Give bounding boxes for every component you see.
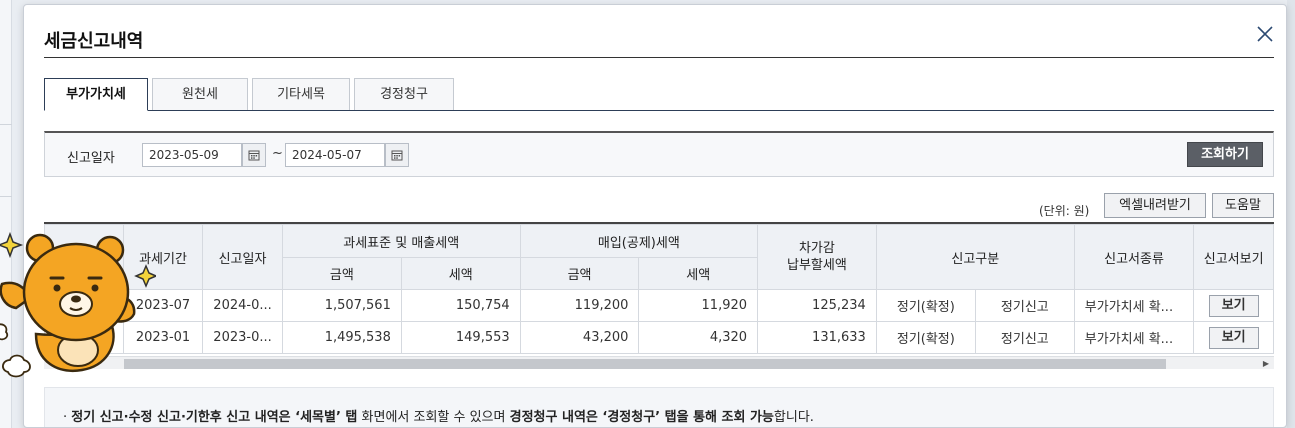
tab-correction-claim[interactable]: 경정청구: [354, 78, 454, 110]
scroll-right-icon[interactable]: ▶: [1261, 359, 1271, 369]
filing-table: 번호 과세기간 신고일자 과세표준 및 매출세액 매입(공제)세액 차가감 납부…: [44, 224, 1274, 354]
cell-form-type: 부가가치세 확...: [1073, 321, 1195, 354]
col-header-sales-tax: 세액: [400, 257, 521, 290]
cell-sales-amount: 1,507,561: [281, 289, 402, 322]
from-date-input[interactable]: 2023-05-09: [142, 143, 242, 167]
background-right-edge: [1287, 0, 1295, 428]
col-header-net-tax: 차가감 납부할세액: [757, 224, 877, 290]
col-header-purchase-tax: 세액: [638, 257, 759, 290]
tab-bar: 부가가치세 원천세 기타세목 경정청구: [44, 78, 1274, 111]
table-row: 2 2023-01 2023-0... 1,495,538 149,553 43…: [44, 321, 1274, 354]
tab-other-taxes[interactable]: 기타세목: [252, 78, 350, 110]
to-date-input[interactable]: 2024-05-07: [285, 143, 385, 167]
cell-filed-date: 2023-0...: [202, 321, 283, 354]
notice-text: · 정기 신고·수정 신고·기한후 신고 내역은 ‘세목별’ 탭 화면에서 조회…: [63, 406, 814, 425]
dialog-title: 세금신고내역: [44, 31, 144, 52]
search-button[interactable]: 조회하기: [1187, 142, 1263, 167]
cell-form-view: 보기: [1193, 289, 1274, 322]
col-header-form-type: 신고서종류: [1073, 224, 1195, 290]
notice-bullet: ·: [63, 410, 68, 425]
notice-bold-1: 정기 신고·수정 신고·기한후 신고 내역은 ‘세목별’ 탭: [71, 410, 358, 425]
help-button[interactable]: 도움말: [1212, 193, 1274, 218]
col-header-filed-date: 신고일자: [202, 224, 283, 290]
date-range-separator: ~: [272, 146, 283, 161]
col-header-purchase: 매입(공제)세액: [519, 224, 759, 258]
cell-form-view: 보기: [1193, 321, 1274, 354]
cell-filing-type-2: 정기신고: [974, 289, 1075, 322]
calendar-icon[interactable]: [242, 143, 266, 167]
view-form-button[interactable]: 보기: [1208, 326, 1259, 349]
cell-purchase-amount: 119,200: [519, 289, 640, 322]
search-panel: 신고일자 2023-05-09 ~ 2024-05-07 조회하기: [44, 131, 1274, 177]
filing-history-grid: 번호 과세기간 신고일자 과세표준 및 매출세액 매입(공제)세액 차가감 납부…: [44, 222, 1274, 369]
col-header-filing-type: 신고구분: [875, 224, 1075, 290]
notice-plain-2: 합니다.: [773, 410, 814, 425]
view-form-button[interactable]: 보기: [1208, 294, 1259, 317]
tax-filing-dialog: 세금신고내역 부가가치세 원천세 기타세목 경정청구 신고일자 2023-05-…: [23, 4, 1287, 428]
horizontal-scrollbar[interactable]: ▶: [44, 356, 1274, 369]
cell-sales-tax: 150,754: [400, 289, 521, 322]
scrollbar-thumb[interactable]: [124, 359, 1166, 369]
cell-filed-date: 2024-0...: [202, 289, 283, 322]
title-divider: [44, 57, 1274, 58]
cell-purchase-tax: 4,320: [638, 321, 759, 354]
unit-label: (단위: 원): [1039, 204, 1090, 218]
filing-date-label: 신고일자: [67, 151, 115, 166]
table-row: 1 2023-07 2024-0... 1,507,561 150,754 11…: [44, 289, 1274, 322]
cell-filing-type-1: 정기(확정): [875, 321, 976, 354]
tab-vat[interactable]: 부가가치세: [44, 78, 148, 111]
cell-form-type: 부가가치세 확...: [1073, 289, 1195, 322]
cell-net-tax: 125,234: [757, 289, 877, 322]
cell-filing-type-2: 정기신고: [974, 321, 1075, 354]
tab-withholding[interactable]: 원천세: [152, 78, 248, 110]
cell-sales-amount: 1,495,538: [281, 321, 402, 354]
tab-underline: [44, 110, 1274, 111]
col-header-sales-amount: 금액: [281, 257, 402, 290]
col-header-purchase-amount: 금액: [519, 257, 640, 290]
col-header-form-view: 신고서보기: [1193, 224, 1274, 290]
cell-filing-type-1: 정기(확정): [875, 289, 976, 322]
cell-purchase-amount: 43,200: [519, 321, 640, 354]
calendar-icon[interactable]: [385, 143, 409, 167]
excel-download-button[interactable]: 엑셀내려받기: [1104, 193, 1206, 218]
col-header-sales: 과세표준 및 매출세액: [281, 224, 521, 258]
notice-bold-2: 경정청구 내역은 ‘경정청구’ 탭을 통해 조회 가능: [509, 410, 774, 425]
cell-sales-tax: 149,553: [400, 321, 521, 354]
cell-purchase-tax: 11,920: [638, 289, 759, 322]
cell-net-tax: 131,633: [757, 321, 877, 354]
notice-box: · 정기 신고·수정 신고·기한후 신고 내역은 ‘세목별’ 탭 화면에서 조회…: [44, 387, 1274, 427]
notice-plain-1: 화면에서 조회할 수 있으며: [357, 410, 510, 425]
close-icon[interactable]: [1254, 23, 1276, 45]
mascot-character-icon: [0, 231, 156, 378]
